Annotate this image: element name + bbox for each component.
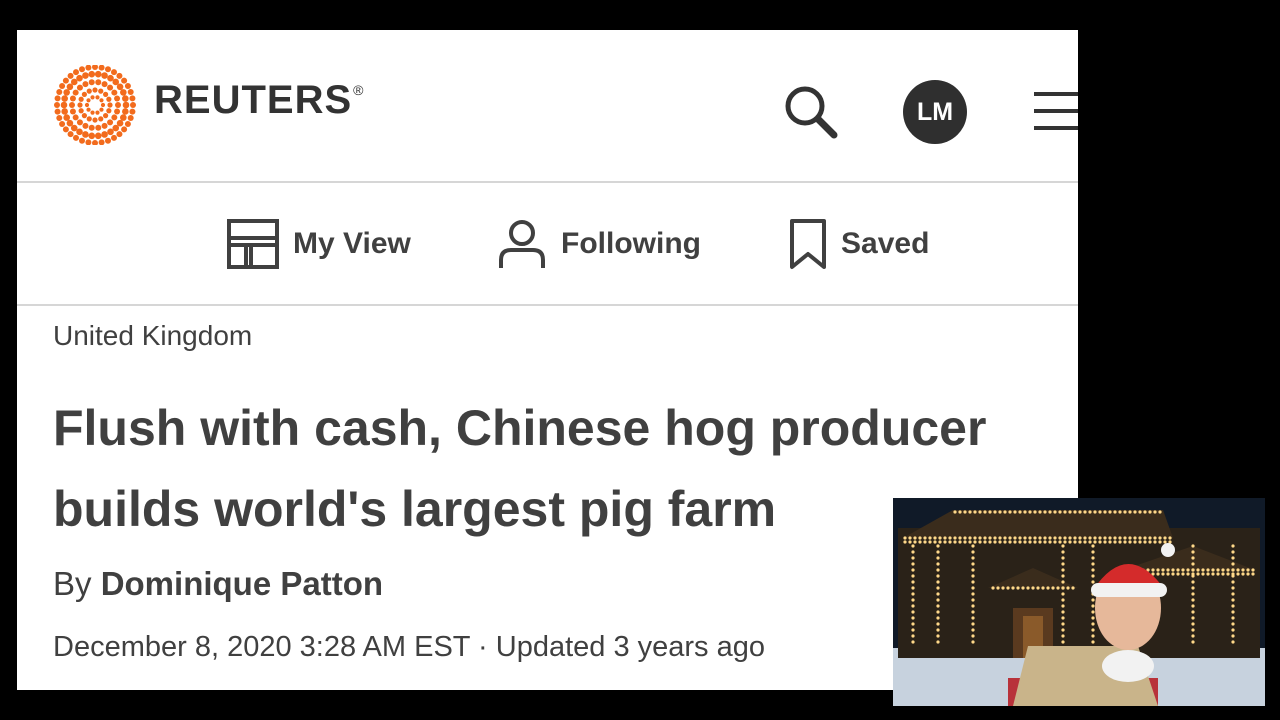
search-icon[interactable] — [781, 82, 841, 142]
person-icon — [499, 220, 545, 268]
reuters-logo-icon[interactable] — [52, 65, 138, 145]
brand-name: REUTERS — [154, 78, 353, 122]
hamburger-menu-icon[interactable] — [1034, 90, 1078, 132]
byline-prefix: By — [53, 565, 92, 602]
user-avatar[interactable]: LM — [903, 80, 967, 144]
personal-nav: My View Following Saved — [17, 183, 1078, 306]
layout-icon — [227, 219, 279, 269]
bookmark-icon — [790, 219, 826, 269]
nav-following[interactable]: Following — [497, 215, 701, 273]
nav-following-label: Following — [561, 227, 701, 260]
webcam-overlay — [893, 498, 1265, 706]
site-header: REUTERS® LM — [17, 30, 1078, 183]
registered-mark: ® — [353, 82, 365, 98]
nav-my-view[interactable]: My View — [227, 215, 411, 273]
byline: By Dominique Patton — [53, 565, 383, 603]
dateline: December 8, 2020 3:28 AM EST · Updated 3… — [53, 631, 765, 663]
author-link[interactable]: Dominique Patton — [101, 565, 383, 602]
nav-saved[interactable]: Saved — [789, 215, 929, 273]
section-label[interactable]: United Kingdom — [53, 320, 252, 352]
webcam-feed-image — [893, 498, 1265, 706]
reuters-wordmark[interactable]: REUTERS® — [154, 78, 364, 123]
nav-my-view-label: My View — [293, 227, 411, 260]
nav-saved-label: Saved — [841, 227, 930, 260]
